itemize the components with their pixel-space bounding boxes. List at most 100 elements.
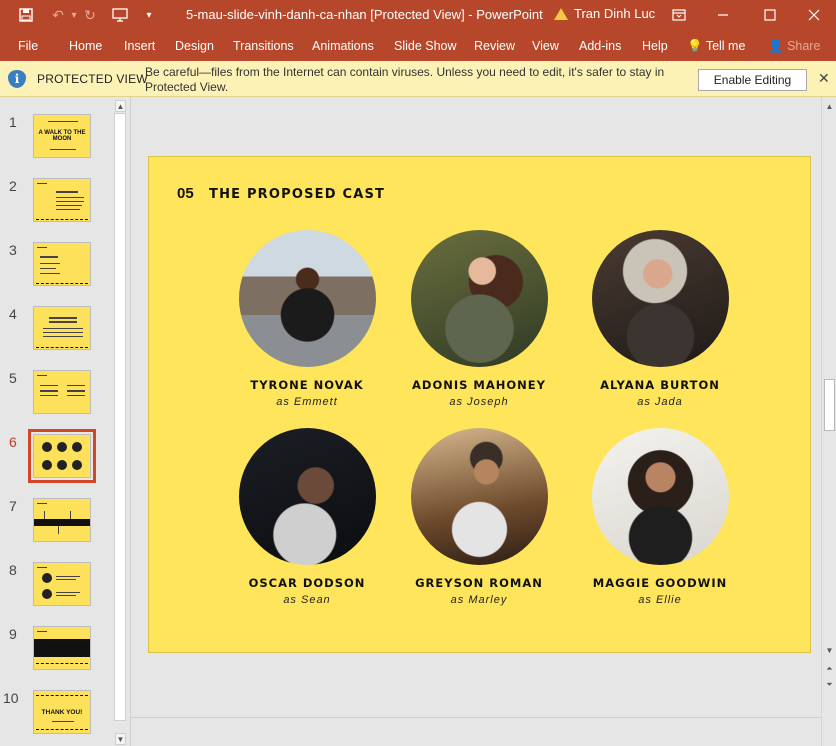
- slide-number: 2: [9, 178, 17, 194]
- slide-thumb-preview: A WALK TO THE MOON: [33, 114, 91, 158]
- tab-review[interactable]: Review: [474, 39, 515, 53]
- cast-name: GREYSON ROMAN: [415, 576, 543, 590]
- present-from-start-icon[interactable]: [110, 5, 130, 25]
- slide-thumb-8[interactable]: 8: [0, 562, 112, 618]
- cast-card: MAGGIE GOODWIN as Ellie: [575, 428, 745, 606]
- slide-number: 10: [3, 690, 19, 706]
- title-bar: ↶ ▾ ↻ ▾ 5-mau-slide-vinh-danh-ca-nhan [P…: [0, 0, 836, 30]
- cast-card: ALYANA BURTON as Jada: [575, 230, 745, 408]
- tab-help[interactable]: Help: [642, 39, 668, 53]
- tab-animations[interactable]: Animations: [312, 39, 374, 53]
- scroll-up-icon[interactable]: ▲: [824, 101, 835, 113]
- close-icon[interactable]: [792, 0, 836, 30]
- cast-card: OSCAR DODSON as Sean: [222, 428, 392, 606]
- cast-role: as Sean: [283, 594, 331, 606]
- enable-editing-button[interactable]: Enable Editing: [698, 69, 807, 91]
- thumbnail-scrollbar[interactable]: ▲ ▼: [113, 97, 128, 746]
- slide-thumb-preview: [28, 429, 96, 483]
- slide-thumb-10[interactable]: 10 THANK YOU!: [0, 690, 112, 746]
- slide-canvas[interactable]: 05 THE PROPOSED CAST TYRONE NOVAK as Emm…: [148, 156, 811, 653]
- slide-number: 6: [9, 434, 17, 450]
- slide-thumb-2[interactable]: 2: [0, 178, 112, 234]
- slide-thumb-preview: THANK YOU!: [33, 690, 91, 734]
- close-protected-bar-icon[interactable]: ✕: [818, 70, 830, 87]
- cast-photo: [410, 230, 548, 367]
- tab-slide-show[interactable]: Slide Show: [394, 39, 457, 53]
- cast-photo: [591, 230, 729, 367]
- share-button[interactable]: 👤 Share: [768, 39, 820, 54]
- tab-home[interactable]: Home: [69, 39, 102, 53]
- scroll-up-icon[interactable]: ▲: [115, 100, 126, 112]
- customize-qat-icon[interactable]: ▾: [139, 5, 159, 25]
- tab-insert[interactable]: Insert: [124, 39, 155, 53]
- tell-me[interactable]: 💡 Tell me: [687, 39, 745, 54]
- slide-thumb-preview: [33, 242, 91, 286]
- person-icon: 👤: [768, 39, 784, 53]
- slide-number: 8: [9, 562, 17, 578]
- cast-card: TYRONE NOVAK as Emmett: [222, 230, 392, 408]
- scroll-thumb[interactable]: [824, 379, 835, 431]
- warning-icon: [554, 7, 568, 20]
- slide-number: 4: [9, 306, 17, 322]
- cast-role: as Ellie: [638, 594, 682, 606]
- ribbon-display-icon[interactable]: [657, 0, 701, 30]
- previous-slide-icon[interactable]: ⏶: [824, 663, 835, 675]
- cast-name: TYRONE NOVAK: [250, 378, 364, 392]
- slide-section-number: 05: [177, 185, 194, 202]
- protected-view-bar: i PROTECTED VIEW Be careful—files from t…: [0, 61, 836, 97]
- cast-name: ALYANA BURTON: [600, 378, 720, 392]
- account-user[interactable]: Tran Dinh Luc: [554, 6, 655, 21]
- thumb-title: A WALK TO THE MOON: [38, 130, 86, 142]
- document-title: 5-mau-slide-vinh-danh-ca-nhan [Protected…: [186, 7, 543, 22]
- tell-me-label: Tell me: [705, 39, 746, 53]
- redo-icon[interactable]: ↻: [80, 5, 100, 25]
- user-name: Tran Dinh Luc: [574, 6, 656, 21]
- slide-thumb-9[interactable]: 9: [0, 626, 112, 682]
- ribbon-tabs: File Home Insert Design Transitions Anim…: [0, 30, 836, 61]
- scroll-track[interactable]: [114, 113, 126, 721]
- slide-number: 3: [9, 242, 17, 258]
- cast-card: GREYSON ROMAN as Marley: [394, 428, 564, 606]
- slide-thumb-6[interactable]: 6: [0, 429, 112, 490]
- tab-view[interactable]: View: [532, 39, 559, 53]
- cast-name: MAGGIE GOODWIN: [592, 576, 728, 590]
- cast-role: as Marley: [450, 594, 508, 606]
- slide-thumb-5[interactable]: 5: [0, 370, 112, 426]
- slide-thumb-3[interactable]: 3: [0, 242, 112, 298]
- cast-photo: [410, 428, 548, 565]
- cast-role: as Emmett: [276, 396, 338, 408]
- slide-number: 1: [9, 114, 17, 130]
- editor-bottom-area: [131, 717, 821, 746]
- slide-thumb-preview: [33, 626, 91, 670]
- lightbulb-icon: 💡: [687, 39, 703, 53]
- slide-number: 5: [9, 370, 17, 386]
- slide-thumb-preview: [33, 306, 91, 350]
- slide-number: 9: [9, 626, 17, 642]
- cast-name: OSCAR DODSON: [248, 576, 366, 590]
- slide-thumb-4[interactable]: 4: [0, 306, 112, 362]
- tab-add-ins[interactable]: Add-ins: [579, 39, 621, 53]
- tab-file[interactable]: File: [18, 39, 38, 53]
- save-icon[interactable]: [16, 5, 36, 25]
- cast-photo: [238, 230, 376, 367]
- maximize-icon[interactable]: [748, 0, 792, 30]
- slide-thumb-1[interactable]: 1 A WALK TO THE MOON: [0, 114, 112, 170]
- slide-thumb-preview: [33, 178, 91, 222]
- next-slide-icon[interactable]: ⏷: [824, 679, 835, 691]
- slide-thumb-7[interactable]: 7: [0, 498, 112, 554]
- slide-editor: 05 THE PROPOSED CAST TYRONE NOVAK as Emm…: [131, 97, 821, 717]
- slide-thumbnails-panel: 1 A WALK TO THE MOON 2 3 4 5 6 7 8 9 10 …: [0, 97, 131, 746]
- editor-scrollbar[interactable]: ▲ ▼ ⏶ ⏷: [821, 97, 836, 746]
- tab-transitions[interactable]: Transitions: [233, 39, 294, 53]
- slide-thumb-preview: [33, 498, 91, 542]
- minimize-icon[interactable]: [701, 0, 745, 30]
- cast-card: ADONIS MAHONEY as Joseph: [394, 230, 564, 408]
- share-label: Share: [787, 39, 821, 53]
- slide-thumb-preview: [33, 562, 91, 606]
- tab-design[interactable]: Design: [175, 39, 214, 53]
- shield-icon: i: [8, 70, 26, 88]
- cast-photo: [591, 428, 729, 565]
- scroll-down-icon[interactable]: ▼: [115, 733, 126, 745]
- cast-role: as Jada: [637, 396, 683, 408]
- scroll-down-icon[interactable]: ▼: [824, 645, 835, 657]
